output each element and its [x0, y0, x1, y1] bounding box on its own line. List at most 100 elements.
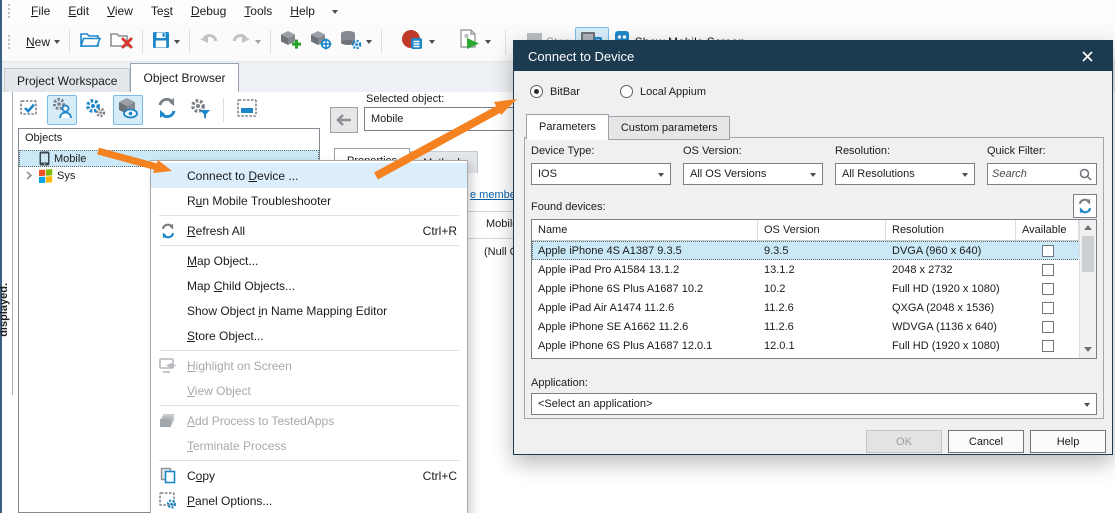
table-row[interactable]: Apple iPhone 6S Plus A1687 12.0.112.0.1F…: [532, 336, 1096, 355]
menu-view[interactable]: View: [98, 2, 142, 20]
refresh-all-button[interactable]: [152, 95, 182, 125]
add-object-button[interactable]: [276, 28, 306, 56]
close-project-button[interactable]: [105, 28, 137, 56]
menu-item-view-object[interactable]: View Object: [151, 378, 467, 403]
cancel-button[interactable]: Cancel: [948, 430, 1024, 453]
menu-item-map-child-objects[interactable]: Map Child Objects...: [151, 273, 467, 298]
menu-item-refresh-all[interactable]: Refresh AllCtrl+R: [151, 218, 467, 243]
column-header-name[interactable]: Name: [532, 220, 758, 240]
settings-gear-icon: [84, 97, 106, 124]
column-header-available[interactable]: Available: [1016, 220, 1079, 240]
dialog-title-bar[interactable]: Connect to Device: [514, 41, 1112, 71]
menubar-overflow-caret-icon[interactable]: [332, 10, 338, 17]
save-button[interactable]: [148, 28, 184, 56]
cell-available: [1016, 283, 1079, 295]
menu-item-highlight-on-screen[interactable]: Highlight on Screen: [151, 353, 467, 378]
menu-edit[interactable]: Edit: [59, 2, 98, 20]
table-row[interactable]: Apple iPad Pro A1584 13.1.213.1.22048 x …: [532, 260, 1096, 279]
context-menu: Connect to Device ...Run Mobile Troubles…: [150, 160, 468, 513]
menu-item-terminate-process[interactable]: Terminate Process: [151, 433, 467, 458]
refresh-icon: [156, 97, 178, 124]
open-project-button[interactable]: [75, 28, 105, 56]
column-header-resolution[interactable]: Resolution: [886, 220, 1016, 240]
table-row[interactable]: Apple iPhone 4S A1387 9.3.59.3.5DVGA (96…: [532, 241, 1096, 260]
menu-help[interactable]: Help: [281, 2, 324, 20]
menu-item-icon-slot: [157, 437, 179, 455]
data-storage-button[interactable]: [336, 28, 376, 56]
application-select[interactable]: <Select an application>: [531, 393, 1097, 415]
tab-project-workspace[interactable]: Project Workspace: [4, 68, 130, 92]
undo-button[interactable]: [195, 28, 225, 56]
expander-icon[interactable]: [23, 171, 35, 180]
available-checkbox[interactable]: [1042, 340, 1054, 352]
select-os-version[interactable]: All OS Versions: [683, 163, 823, 185]
available-checkbox[interactable]: [1042, 245, 1054, 257]
scroll-up-icon[interactable]: [1084, 225, 1092, 230]
back-button[interactable]: [330, 107, 358, 133]
menu-item-add-process-to-testedapps[interactable]: Add Process to TestedApps: [151, 408, 467, 433]
table-row[interactable]: Apple iPad Air A1474 11.2.611.2.6QXGA (2…: [532, 298, 1096, 317]
radio-bitbar[interactable]: BitBar: [530, 85, 580, 98]
select-resolution[interactable]: All Resolutions: [835, 163, 975, 185]
menu-item-run-mobile-troubleshooter[interactable]: Run Mobile Troubleshooter: [151, 188, 467, 213]
checked-window-button[interactable]: [14, 95, 44, 125]
redo-button[interactable]: [225, 28, 265, 56]
close-button[interactable]: [1076, 45, 1098, 67]
run-test-button[interactable]: [455, 28, 495, 56]
search-input[interactable]: [988, 168, 1079, 180]
filter-gear-button[interactable]: [185, 95, 215, 125]
tab-custom-parameters[interactable]: Custom parameters: [608, 116, 731, 140]
menu-item-connect-to-device[interactable]: Connect to Device ...: [151, 163, 467, 188]
chevron-down-icon: [429, 40, 435, 47]
settings-gear-button[interactable]: [80, 95, 110, 125]
menu-test[interactable]: Test: [142, 2, 182, 20]
select-value: All OS Versions: [690, 168, 766, 180]
map-objects-button[interactable]: [47, 95, 77, 125]
new-button[interactable]: New: [22, 28, 64, 56]
menu-item-copy[interactable]: CopyCtrl+C: [151, 463, 467, 488]
object-spy-button[interactable]: [113, 95, 143, 125]
available-checkbox[interactable]: [1042, 283, 1054, 295]
table-row[interactable]: Apple iPhone 6S Plus A1687 10.210.2Full …: [532, 279, 1096, 298]
menu-item-label: Copy: [187, 469, 399, 483]
tab-object-browser[interactable]: Object Browser: [130, 63, 238, 92]
available-checkbox[interactable]: [1042, 302, 1054, 314]
record-button[interactable]: [397, 28, 439, 56]
panel-view-button[interactable]: [232, 95, 262, 125]
menu-item-panel-options[interactable]: Panel Options...: [151, 488, 467, 513]
column-header-os-version[interactable]: OS Version: [758, 220, 886, 240]
map-object-button[interactable]: [306, 28, 336, 56]
toolbar-grip: [8, 4, 14, 18]
collapsed-panel-tab[interactable]: displayed.: [0, 283, 10, 337]
menu-item-map-object[interactable]: Map Object...: [151, 248, 467, 273]
selected-object-field[interactable]: Mobile: [364, 107, 522, 131]
chevron-down-icon: [54, 40, 60, 47]
menu-item-show-object-in-name-mapping-editor[interactable]: Show Object in Name Mapping Editor: [151, 298, 467, 323]
table-row[interactable]: Apple iPhone SE A1662 11.2.611.2.6WDVGA …: [532, 317, 1096, 336]
available-checkbox[interactable]: [1042, 321, 1054, 333]
refresh-icon: [157, 222, 179, 240]
menu-item-store-object[interactable]: Store Object...: [151, 323, 467, 348]
cell-available: [1016, 264, 1079, 276]
tree-item-label: Mobile: [54, 153, 86, 165]
available-checkbox[interactable]: [1042, 264, 1054, 276]
menu-debug[interactable]: Debug: [182, 2, 235, 20]
cell-name: Apple iPhone 4S A1387 9.3.5: [532, 245, 758, 257]
radio-local-appium[interactable]: Local Appium: [620, 85, 706, 98]
table-scrollbar[interactable]: [1079, 220, 1096, 358]
scrollbar-thumb[interactable]: [1082, 236, 1094, 272]
menu-item-label: Map Object...: [187, 254, 457, 268]
menu-file[interactable]: File: [22, 2, 59, 20]
tab-parameters[interactable]: Parameters: [526, 114, 609, 140]
menu-tools[interactable]: Tools: [235, 2, 281, 20]
scroll-down-icon[interactable]: [1084, 347, 1092, 352]
cell-os-version: 13.1.2: [758, 264, 886, 276]
menu-item-label: Add Process to TestedApps: [187, 414, 457, 428]
select-device-type[interactable]: IOS: [531, 163, 671, 185]
table-row[interactable]: Apple iPhone 6 Plus A1522 12.112.1Full H…: [532, 355, 1096, 359]
object-browser-toolbar: [14, 94, 262, 126]
available-checkbox[interactable]: [1042, 359, 1054, 360]
refresh-devices-button[interactable]: [1073, 194, 1097, 218]
close-project-icon: [109, 31, 133, 52]
help-button[interactable]: Help: [1030, 430, 1106, 453]
